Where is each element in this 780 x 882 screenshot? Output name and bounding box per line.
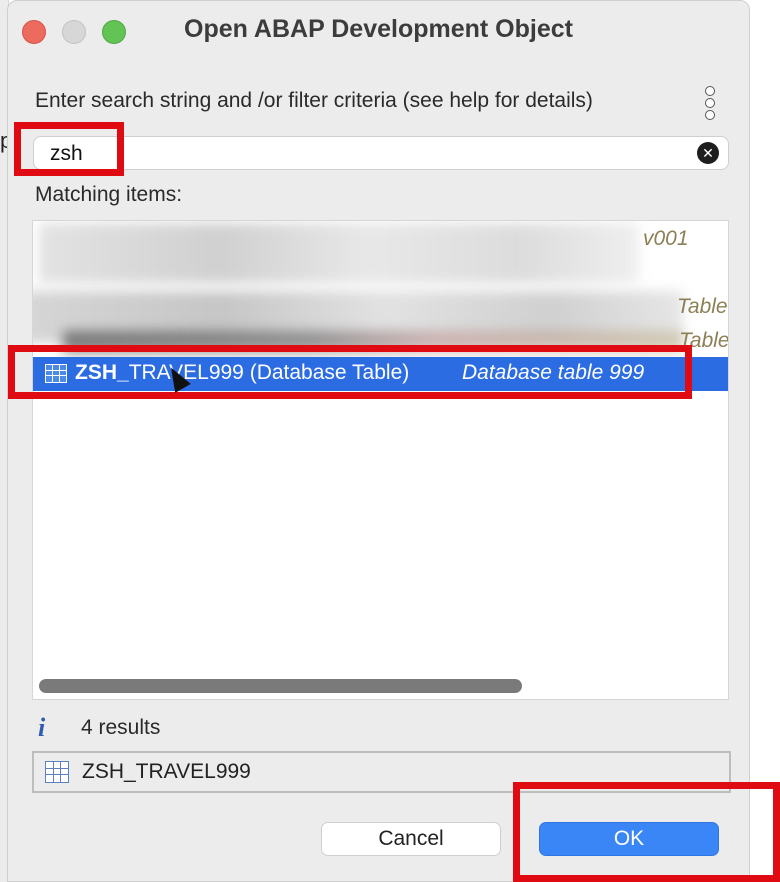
list-item-description: Table <box>677 295 728 318</box>
matching-items-list[interactable]: v001 Table Table ZSH_TRAVEL999 (Database… <box>32 220 729 700</box>
dialog-title: Open ABAP Development Object <box>184 15 573 43</box>
selected-object-name: ZSH_TRAVEL999 <box>82 760 251 783</box>
background-area <box>750 0 780 882</box>
clear-search-icon[interactable]: ✕ <box>697 142 719 164</box>
annotation-highlight-ok <box>513 782 780 882</box>
list-item[interactable]: v001 <box>33 223 728 283</box>
blurred-content <box>39 223 639 283</box>
table-icon <box>45 761 69 783</box>
info-icon: i <box>38 713 46 742</box>
cancel-button[interactable]: Cancel <box>321 822 501 856</box>
annotation-highlight-row <box>8 345 692 399</box>
annotation-highlight-search <box>14 122 124 176</box>
vertical-dots-icon[interactable] <box>698 85 722 121</box>
title-bar: Open ABAP Development Object <box>8 1 749 61</box>
search-instruction: Enter search string and /or filter crite… <box>35 89 593 112</box>
list-item[interactable]: Table <box>33 291 728 343</box>
horizontal-scrollbar[interactable] <box>39 679 522 693</box>
result-count: 4 results <box>81 716 161 739</box>
list-item-description: v001 <box>643 227 689 250</box>
search-input[interactable] <box>50 141 680 167</box>
matching-items-label: Matching items: <box>35 183 183 206</box>
search-field[interactable]: ✕ <box>33 136 729 170</box>
